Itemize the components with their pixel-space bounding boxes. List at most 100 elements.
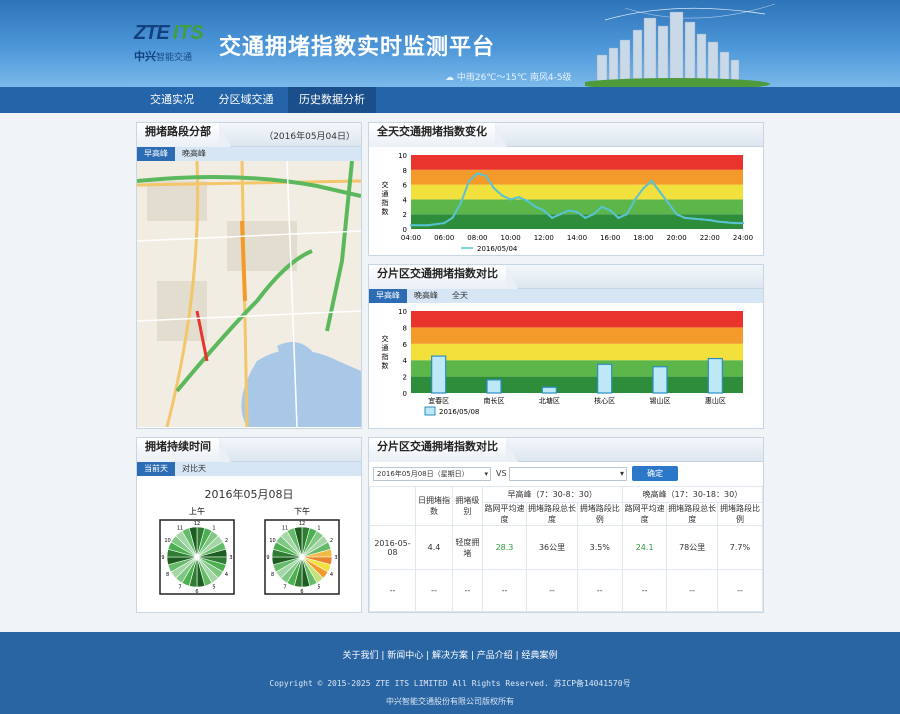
data-point	[650, 179, 653, 183]
clock-number: 2	[225, 538, 228, 544]
am-clock: 123456789101112	[159, 519, 235, 595]
map-tabs: 早高峰 晚高峰	[137, 147, 361, 161]
y-tick-label: 4	[403, 357, 408, 365]
daily-index-title: 全天交通拥堵指数变化	[369, 123, 507, 147]
nav-item-history-analysis[interactable]: 历史数据分析	[288, 87, 376, 113]
bar	[541, 386, 557, 394]
table-header-row: 日拥堵指数 拥堵级别 早高峰（7：30-8：30） 晚高峰（17：30-18：3…	[369, 486, 764, 526]
y-tick-label: 2	[403, 374, 407, 382]
data-point	[459, 201, 462, 205]
clock-number: 3	[334, 555, 337, 561]
logo[interactable]: ZTE ITS 中兴智能交通	[134, 22, 204, 64]
tab-district-morning[interactable]: 早高峰	[369, 289, 407, 303]
data-point	[501, 194, 504, 197]
data-point	[467, 179, 471, 183]
data-point	[409, 224, 413, 227]
duration-tabs: 当前天 对比天	[137, 462, 361, 476]
x-tick-label: 04:00	[401, 234, 421, 242]
cell-empty: --	[621, 569, 668, 612]
nav-item-live-traffic[interactable]: 交通实况	[140, 87, 204, 113]
x-tick-label: 惠山区	[705, 396, 726, 405]
data-point	[708, 218, 711, 222]
tab-compare-day[interactable]: 对比天	[175, 462, 213, 476]
tab-current-day[interactable]: 当前天	[137, 462, 175, 476]
band	[411, 169, 743, 185]
data-point	[492, 187, 496, 190]
tab-district-allday[interactable]: 全天	[445, 289, 475, 303]
bar	[431, 355, 447, 394]
y-tick-label: 0	[403, 226, 407, 234]
weather-text: 中雨26℃～15℃ 南风4-5级	[456, 73, 572, 83]
clock-number: 7	[178, 584, 181, 590]
cell-pm-ratio: 7.7%	[716, 525, 764, 570]
band	[411, 327, 743, 344]
data-point	[617, 216, 620, 220]
pm-clock: 123456789101112	[264, 519, 340, 595]
data-point	[642, 187, 645, 190]
clock-number: 4	[330, 572, 333, 578]
clock-number: 3	[229, 555, 232, 561]
tab-evening-peak[interactable]: 晚高峰	[175, 147, 213, 161]
district-index-title: 分片区交通拥堵指数对比	[369, 265, 518, 289]
data-point	[658, 190, 662, 194]
confirm-button[interactable]: 确定	[632, 466, 678, 481]
x-tick-label: 12:00	[534, 234, 554, 242]
data-point	[683, 216, 687, 220]
data-point	[567, 209, 570, 212]
x-tick-label: 18:00	[633, 234, 653, 242]
y-tick-label: 8	[403, 167, 407, 175]
cell-am-speed: 28.3	[481, 525, 528, 570]
date-select-a[interactable]: 2016年05月08日（星期日） ▾	[373, 467, 491, 481]
cell-empty: --	[452, 569, 483, 612]
band	[411, 343, 743, 361]
clock-number: 9	[161, 555, 164, 561]
cell-pm-length: 78公里	[666, 525, 718, 570]
clock-number: 12	[194, 521, 200, 527]
data-point	[575, 210, 579, 214]
x-tick-label: 宜春区	[428, 396, 449, 405]
x-tick-label: 核心区	[594, 396, 615, 405]
data-point	[584, 216, 587, 220]
x-tick-label: 10:00	[501, 234, 521, 242]
navbar: 交通实况 分区域交通 历史数据分析 严重拥堵中度拥堵轻度拥堵基本畅通畅通	[0, 87, 900, 194]
cell-empty: --	[369, 569, 416, 612]
daily-index-panel: 全天交通拥堵指数变化 0 2 4 6 8 10 04:00 06:00 08:00 10:00 12…	[368, 122, 764, 256]
date-select-b[interactable]: ▾	[509, 467, 627, 481]
col-daily-index: 日拥堵指数	[414, 486, 454, 526]
clock-number: 6	[195, 589, 198, 595]
clock-number: 11	[177, 526, 183, 532]
y-tick-label: 0	[403, 390, 407, 398]
data-point	[733, 221, 736, 225]
date-select-a-value: 2016年05月08日（星期日）	[377, 470, 469, 478]
clock-number: 1	[317, 526, 320, 532]
map-panel: 拥堵路段分部 （2016年05月04日） 早高峰 晚高峰	[136, 122, 362, 429]
clock-number: 1	[212, 526, 215, 532]
chevron-down-icon: ▾	[484, 470, 488, 478]
data-point	[426, 224, 429, 227]
y-axis-label: 交通指数	[382, 334, 389, 370]
clock-number: 9	[266, 555, 269, 561]
duration-panel: 拥堵持续时间 当前天 对比天 2016年05月08日 上午 下午 1234567…	[136, 437, 362, 613]
daily-index-chart: 0 2 4 6 8 10 04:00 06:00 08:00 10:00 12:00 14:00 16:…	[382, 152, 754, 253]
data-point	[667, 201, 670, 205]
footer-links[interactable]: 关于我们 | 新闻中心 | 解决方案 | 产品介绍 | 经典案例	[0, 632, 900, 661]
district-index-chart: 0 2 4 6 8 10 交通指数宜春区 南长区 北塘区 核心区 锡山区 惠山区 2016/05/08	[382, 308, 743, 416]
cell-pm-speed: 24.1	[621, 525, 668, 570]
congestion-map[interactable]	[136, 160, 362, 428]
data-point	[675, 213, 678, 216]
bar	[652, 366, 668, 394]
am-label: 上午	[189, 506, 205, 516]
table-row: -- -- -- -- -- -- -- -- --	[369, 569, 764, 612]
logo-cn-sub: 智能交通	[156, 53, 193, 63]
legend-label: 2016/05/08	[439, 408, 479, 416]
weather-icon: ☁	[445, 73, 457, 83]
data-point	[509, 198, 512, 201]
tab-morning-peak[interactable]: 早高峰	[137, 147, 175, 161]
cell-am-length: 36公里	[526, 525, 578, 570]
band	[411, 311, 743, 328]
tab-district-evening[interactable]: 晚高峰	[407, 289, 445, 303]
col-level: 拥堵级别	[452, 486, 483, 526]
sub-header: 拥堵路段比例	[716, 502, 764, 526]
nav-item-district-traffic[interactable]: 分区域交通	[207, 87, 285, 113]
bar	[486, 379, 502, 394]
